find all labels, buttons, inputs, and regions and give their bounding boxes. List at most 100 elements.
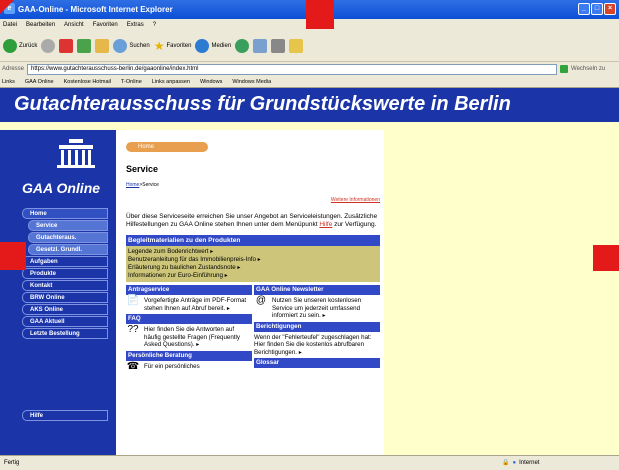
section-header-newsletter: GAA Online Newsletter (254, 285, 380, 295)
sidebar-nav: Home Service Gutachteraus. Gesetzl. Grun… (22, 208, 108, 340)
menu-item-extras[interactable]: Extras (127, 22, 144, 28)
links-label: Links (2, 78, 15, 85)
menu-item-datei[interactable]: Datei (3, 22, 17, 28)
help-link[interactable]: Hilfe (319, 221, 332, 228)
edit-button[interactable] (289, 39, 304, 53)
breadcrumb-current: >Service (139, 182, 159, 188)
status-bar: Fertig 🔒 ● Internet (0, 455, 619, 470)
favorites-button[interactable]: ★ Favoriten (154, 39, 192, 53)
mail-button[interactable] (253, 39, 268, 53)
lock-icon: 🔒 (502, 460, 510, 466)
status-text: Fertig (4, 460, 20, 466)
document-icon: 📄 (126, 295, 140, 306)
forward-button[interactable] (41, 39, 56, 53)
links-bar: Links GAA Online Kostenlose Hotmail T-On… (0, 76, 619, 88)
refresh-button[interactable] (77, 39, 92, 53)
breadcrumb-home-link[interactable]: Home (126, 182, 139, 188)
search-button[interactable]: Suchen (113, 39, 150, 53)
print-button[interactable] (271, 39, 286, 53)
intro-text: Über diese Serviceseite erreichen Sie un… (126, 213, 380, 229)
banner-title: Gutachterausschuss für Grundstückswerte … (14, 93, 511, 115)
address-bar: Adresse https://www.gutachterausschuss-b… (0, 62, 619, 76)
window-controls: _ □ × (578, 3, 616, 15)
phone-icon: ☎ (126, 360, 140, 372)
begleit-item-legende[interactable]: Legende zum Bodenrichtwert ▸ (128, 248, 378, 256)
menu-item-help[interactable]: ? (153, 22, 156, 28)
sidebar-item-kontakt[interactable]: Kontakt (22, 280, 108, 291)
sidebar-item-gaa-aktuell[interactable]: GAA Aktuell (22, 316, 108, 327)
left-column: Antragservice 📄 Vorgefertigte Anträge im … (126, 285, 252, 379)
go-arrow-icon[interactable] (560, 65, 569, 73)
section-berichtigungen[interactable]: Wenn der "Fehlerteufel" zugeschlagen hat… (254, 334, 380, 357)
globe-icon: ● (512, 459, 517, 466)
section-header-beratung: Persönliche Beratung (126, 350, 252, 361)
more-info-link[interactable]: Weitere Informationen (126, 197, 380, 203)
sidebar-item-gutachteraus[interactable]: Gutachteraus. (28, 232, 108, 243)
begleit-list: Legende zum Bodenrichtwert ▸ Benutzeranl… (126, 246, 380, 282)
internet-zone: 🔒 ● Internet (502, 459, 540, 467)
address-label: Adresse (2, 66, 25, 72)
sidebar-item-brw-online[interactable]: BRW Online (22, 292, 108, 303)
link-windows[interactable]: Windows (200, 79, 222, 85)
sidebar-item-letzte-bestellung[interactable]: Letzte Bestellung (22, 328, 108, 339)
brandenburg-gate-icon (57, 139, 95, 168)
menu-item-favoriten[interactable]: Favoriten (93, 22, 118, 28)
minimize-button[interactable]: _ (578, 3, 590, 15)
star-icon: ★ (153, 39, 165, 53)
service-columns: Antragservice 📄 Vorgefertigte Anträge im … (126, 285, 380, 379)
main-panel: Home Service Home>Service Weitere Inform… (116, 130, 384, 455)
search-icon (113, 39, 128, 53)
maximize-button[interactable]: □ (591, 3, 603, 15)
window-title: GAA-Online - Microsoft Internet Explorer (18, 5, 173, 14)
begleit-item-benutzeranleitung[interactable]: Benutzeranleitung für das Immobilienprei… (128, 256, 378, 264)
question-marks-icon: ?? (127, 324, 139, 335)
close-button[interactable]: × (604, 3, 616, 15)
media-button[interactable]: Medien (195, 39, 231, 53)
red-marker-left (0, 242, 26, 270)
section-faq[interactable]: ?? Hier finden Sie die Antworten auf häuf… (126, 324, 252, 349)
section-beratung[interactable]: ☎ Für ein persönliches (126, 360, 252, 377)
sidebar-item-home[interactable]: Home (22, 208, 108, 219)
media-icon (195, 39, 210, 53)
toolbar: Zurück Suchen ★ Favoriten Medien (0, 31, 619, 62)
history-button[interactable] (235, 39, 250, 53)
red-marker-right (593, 245, 619, 271)
content-area: Home Service Home>Service Weitere Inform… (116, 130, 619, 455)
link-windows-media[interactable]: Windows Media (232, 79, 271, 85)
section-header-faq: FAQ (126, 314, 252, 324)
link-anpassen[interactable]: Links anpassen (152, 79, 190, 85)
sidebar-item-gesetzl-grundl[interactable]: Gesetzl. Grundl. (28, 244, 108, 255)
page-title: Service (126, 164, 159, 174)
intro-end: zur Verfügung. (334, 221, 377, 228)
begleit-item-erlaeuterung[interactable]: Erläuterung zu baulichen Zustandsnote ▸ (128, 264, 378, 272)
sidebar-item-aks-online[interactable]: AKS Online (22, 304, 108, 315)
right-column: GAA Online Newsletter @ Nutzen Sie unsere… (254, 285, 380, 379)
section-header-antragservice: Antragservice (126, 285, 252, 295)
home-tab[interactable]: Home (126, 142, 208, 152)
section-antragservice[interactable]: 📄 Vorgefertigte Anträge im PDF-Format ste… (126, 295, 252, 312)
sidebar-item-aufgaben[interactable]: Aufgaben (22, 256, 108, 267)
stop-button[interactable] (59, 39, 74, 53)
sidebar-item-produkte[interactable]: Produkte (22, 268, 108, 279)
home-button[interactable] (95, 39, 110, 53)
begleit-item-euro[interactable]: Informationen zur Euro-Einführung ▸ (128, 272, 378, 280)
news-icon: @ (255, 295, 267, 306)
red-marker-top-center (306, 0, 334, 29)
begleit-header: Begleitmaterialien zu den Produkten (126, 235, 380, 246)
link-gaa-online[interactable]: GAA Online (25, 79, 54, 85)
site-banner: Gutachterausschuss für Grundstückswerte … (0, 88, 619, 122)
menu-item-ansicht[interactable]: Ansicht (64, 22, 84, 28)
link-t-online[interactable]: T-Online (121, 79, 142, 85)
address-input[interactable]: https://www.gutachterausschuss-berlin.de… (27, 63, 558, 75)
go-button[interactable]: Wechseln zu (571, 66, 605, 72)
menu-item-bearbeiten[interactable]: Bearbeiten (26, 22, 55, 28)
back-button[interactable]: Zurück (3, 39, 37, 53)
brand-label: GAA Online (22, 180, 101, 196)
link-hotmail[interactable]: Kostenlose Hotmail (64, 79, 111, 85)
sidebar-item-hilfe[interactable]: Hilfe (22, 410, 108, 421)
section-newsletter[interactable]: @ Nutzen Sie unseren kostenlosen Service … (254, 295, 380, 320)
sidebar-item-service[interactable]: Service (28, 220, 108, 231)
url-text: https://www.gutachterausschuss-berlin.de… (31, 66, 199, 72)
banner-band (0, 122, 619, 130)
section-header-glossar: Glossar (254, 358, 380, 368)
